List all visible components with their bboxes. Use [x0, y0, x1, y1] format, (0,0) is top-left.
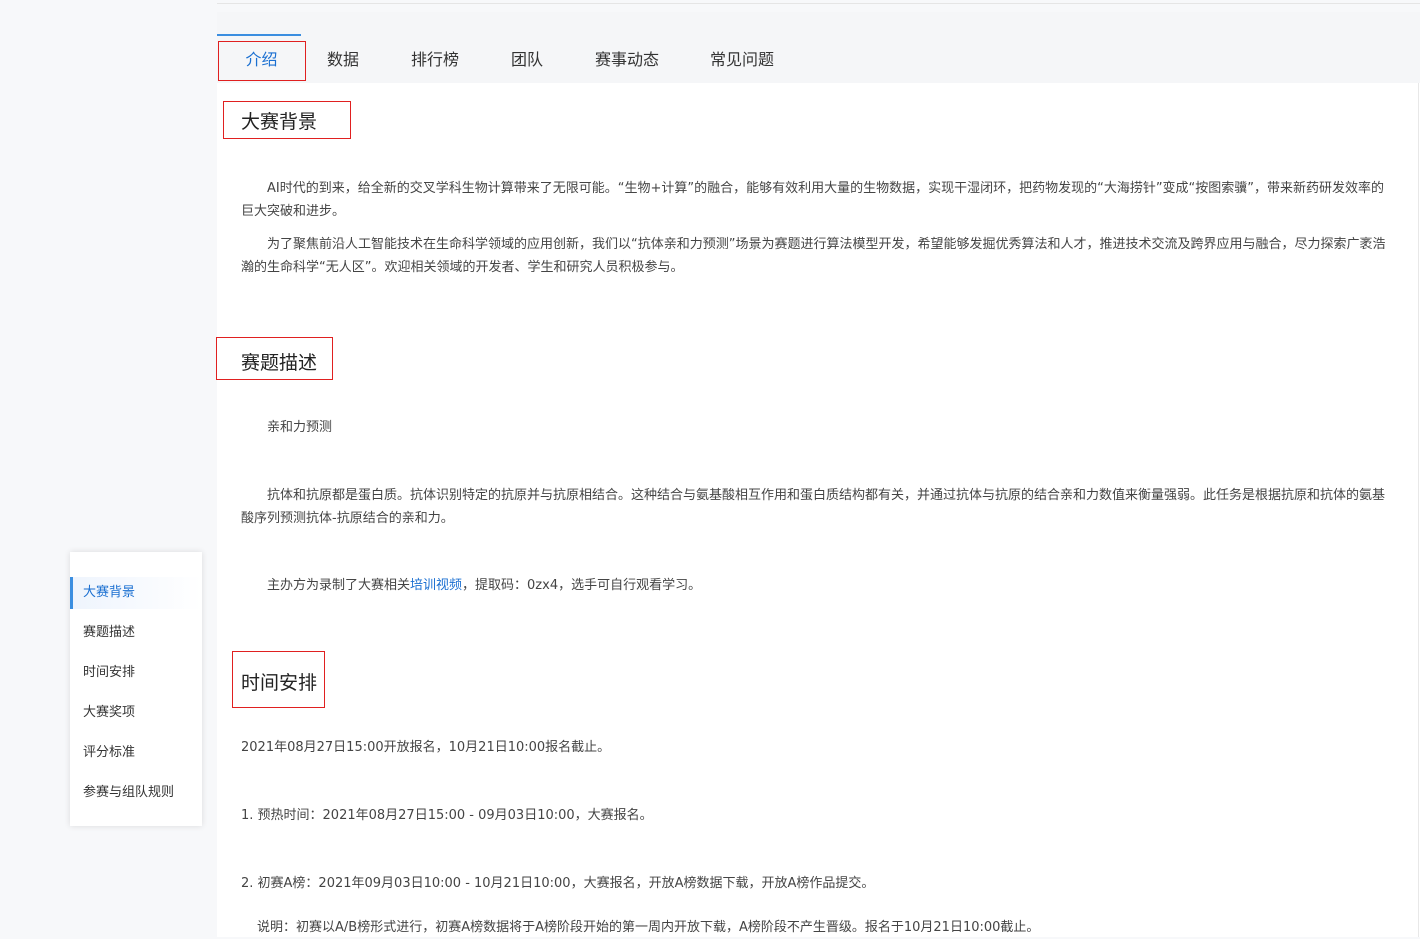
tab-leaderboard[interactable]: 排行榜	[402, 40, 468, 84]
tab-bar: 介绍 数据 排行榜 团队 赛事动态 常见问题	[217, 12, 1420, 83]
tab-highlight-box	[218, 41, 306, 81]
heading-highlight-box-schedule	[232, 651, 325, 708]
tab-team[interactable]: 团队	[501, 40, 553, 84]
tab-data[interactable]: 数据	[315, 40, 371, 84]
section-side-nav: 大赛背景 赛题描述 时间安排 大赛奖项 评分标准 参赛与组队规则	[70, 552, 202, 826]
sidenav-item-background[interactable]: 大赛背景	[70, 577, 202, 609]
training-text-prefix: 主办方为录制了大赛相关	[267, 578, 411, 593]
schedule-paragraph-3: 2. 初赛A榜：2021年09月03日10:00 - 10月21日10:00，大…	[241, 876, 875, 891]
top-divider	[217, 3, 1420, 4]
description-paragraph-2: 抗体和抗原都是蛋白质。抗体识别特定的抗原并与抗原相结合。这种结合与氨基酸相互作用…	[241, 488, 1386, 526]
schedule-paragraph-2: 1. 预热时间：2021年08月27日15:00 - 09月03日10:00，大…	[241, 808, 653, 823]
active-tab-indicator	[217, 34, 301, 36]
sidenav-item-schedule[interactable]: 时间安排	[70, 657, 202, 689]
background-paragraph-1: AI时代的到来，给全新的交叉学科生物计算带来了无限可能。“生物+计算”的融合，能…	[241, 181, 1385, 219]
sidenav-item-rules[interactable]: 参赛与组队规则	[70, 777, 202, 809]
schedule-paragraph-1: 2021年08月27日15:00开放报名，10月21日10:00报名截止。	[241, 740, 611, 755]
background-paragraph-2: 为了聚焦前沿人工智能技术在生命科学领域的应用创新，我们以“抗体亲和力预测”场景为…	[241, 237, 1386, 275]
heading-highlight-box-background	[223, 101, 351, 139]
tab-faq[interactable]: 常见问题	[702, 40, 782, 84]
description-paragraph-1: 亲和力预测	[267, 420, 333, 435]
main-content: 大赛背景 AI时代的到来，给全新的交叉学科生物计算带来了无限可能。“生物+计算”…	[217, 83, 1420, 937]
sidenav-item-awards[interactable]: 大赛奖项	[70, 697, 202, 729]
training-text-suffix: ，提取码：0zx4，选手可自行观看学习。	[462, 578, 702, 593]
training-video-link[interactable]: 培训视频	[410, 578, 462, 593]
description-paragraph-3: 主办方为录制了大赛相关培训视频，提取码：0zx4，选手可自行观看学习。	[267, 574, 1367, 597]
sidenav-item-scoring[interactable]: 评分标准	[70, 737, 202, 769]
heading-highlight-box-description	[216, 337, 333, 380]
sidenav-item-description[interactable]: 赛题描述	[70, 617, 202, 649]
schedule-paragraph-4: 说明：初赛以A/B榜形式进行，初赛A榜数据将于A榜阶段开始的第一周内开放下载，A…	[257, 920, 1040, 935]
tab-news[interactable]: 赛事动态	[587, 40, 667, 84]
right-border	[1418, 83, 1419, 937]
